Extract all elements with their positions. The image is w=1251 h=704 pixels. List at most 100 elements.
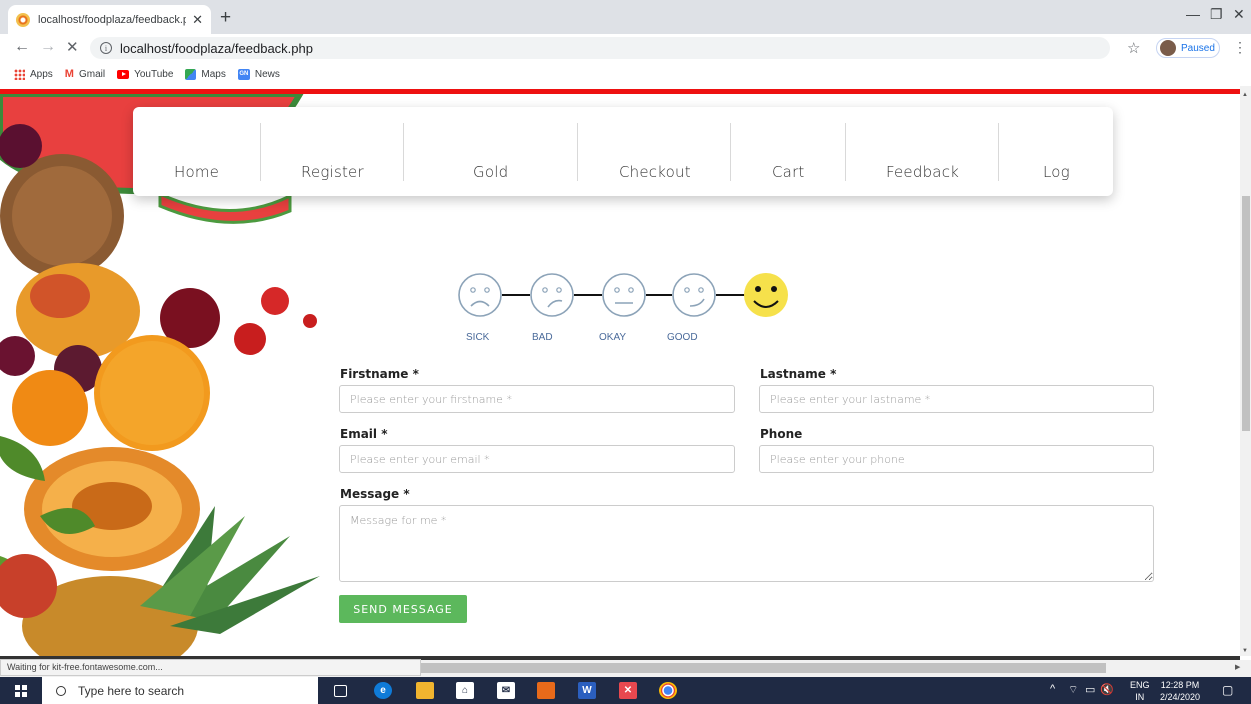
rating-label-bad: BAD bbox=[532, 332, 553, 343]
nav-feedback[interactable]: Feedback bbox=[886, 163, 959, 181]
site-favicon-icon bbox=[16, 12, 30, 27]
nav-checkout[interactable]: Checkout bbox=[619, 163, 691, 181]
firstname-input[interactable] bbox=[339, 385, 735, 413]
volume-muted-icon[interactable]: 🔇 bbox=[1100, 683, 1114, 696]
browser-toolbar: ← → ✕ i localhost/foodplaza/feedback.php… bbox=[0, 34, 1251, 62]
lastname-input[interactable] bbox=[759, 385, 1154, 413]
forward-icon[interactable]: → bbox=[40, 38, 56, 56]
loading-status-bubble: Waiting for kit-free.fontawesome.com... bbox=[0, 659, 421, 676]
xampp-icon[interactable]: ✕ bbox=[619, 682, 637, 699]
scroll-right-icon[interactable]: ▶ bbox=[1235, 663, 1240, 671]
nav-home[interactable]: Home bbox=[174, 163, 219, 181]
notifications-icon[interactable]: ▢ bbox=[1222, 683, 1233, 697]
page-viewport: Home Register Gold Checkout Cart Feedbac… bbox=[0, 86, 1240, 656]
file-explorer-icon[interactable] bbox=[416, 682, 434, 699]
maximize-icon[interactable]: ❐ bbox=[1210, 6, 1223, 23]
bookmark-label: Maps bbox=[201, 68, 226, 80]
bookmark-gmail[interactable]: M Gmail bbox=[65, 68, 105, 80]
nav-gold[interactable]: Gold bbox=[473, 163, 508, 181]
nav-divider bbox=[845, 123, 846, 181]
windows-start-icon[interactable] bbox=[15, 685, 27, 697]
nav-register[interactable]: Register bbox=[301, 163, 364, 181]
profile-button[interactable]: Paused bbox=[1156, 38, 1220, 58]
system-clock[interactable]: 12:28 PM 2/24/2020 bbox=[1160, 679, 1200, 703]
window-close-icon[interactable]: ✕ bbox=[1233, 6, 1245, 23]
address-url: localhost/foodplaza/feedback.php bbox=[120, 40, 313, 56]
tab-close-icon[interactable]: ✕ bbox=[192, 12, 203, 28]
email-label: Email * bbox=[340, 427, 388, 441]
search-icon bbox=[56, 685, 66, 696]
site-info-icon[interactable]: i bbox=[100, 42, 112, 54]
happy-face-icon-selected[interactable] bbox=[744, 273, 788, 317]
bookmark-label: Gmail bbox=[78, 68, 106, 80]
send-message-button[interactable]: SEND MESSAGE bbox=[339, 595, 467, 623]
email-input[interactable] bbox=[339, 445, 735, 473]
profile-status: Paused bbox=[1181, 42, 1215, 54]
sick-face-icon[interactable] bbox=[458, 273, 502, 317]
firstname-label: Firstname * bbox=[340, 367, 419, 381]
phone-label: Phone bbox=[760, 427, 803, 441]
bookmark-youtube[interactable]: YouTube bbox=[117, 69, 173, 80]
bookmark-apps[interactable]: Apps bbox=[14, 68, 53, 80]
language-indicator[interactable]: ENG IN bbox=[1130, 679, 1150, 703]
bookmark-news[interactable]: GN News bbox=[237, 68, 280, 80]
horizontal-scroll-thumb[interactable] bbox=[420, 663, 1106, 673]
nav-divider bbox=[403, 123, 404, 181]
browser-tab[interactable]: localhost/foodplaza/feedback.ph ✕ bbox=[8, 5, 211, 34]
clock-time: 12:28 PM bbox=[1160, 680, 1200, 690]
battery-icon[interactable]: ▭ bbox=[1085, 683, 1095, 696]
word-icon[interactable]: W bbox=[578, 682, 596, 699]
bookmark-label: News bbox=[254, 68, 280, 80]
region-code: IN bbox=[1135, 692, 1145, 702]
gmail-icon: M bbox=[64, 68, 74, 80]
address-bar[interactable]: i localhost/foodplaza/feedback.php bbox=[90, 37, 1110, 59]
scroll-up-icon[interactable]: ▲ bbox=[1242, 92, 1248, 98]
browser-menu-icon[interactable]: ⋮ bbox=[1233, 39, 1247, 56]
news-icon: GN bbox=[237, 68, 250, 80]
feedback-rating bbox=[458, 273, 798, 343]
scroll-down-icon[interactable]: ▼ bbox=[1242, 648, 1248, 654]
nav-divider bbox=[260, 123, 261, 181]
windows-taskbar: Type here to search e ⌂ ✉ W ✕ ^ ⌔ ▭ 🔇 EN… bbox=[0, 677, 1251, 704]
taskbar-search[interactable]: Type here to search bbox=[42, 677, 318, 704]
nav-divider bbox=[730, 123, 731, 181]
bookmark-maps[interactable]: Maps bbox=[185, 68, 226, 80]
header-accent-bar bbox=[0, 89, 1240, 94]
bookmark-star-icon[interactable]: ☆ bbox=[1127, 39, 1140, 57]
minimize-icon[interactable]: — bbox=[1186, 6, 1200, 22]
avatar bbox=[1160, 40, 1176, 56]
stop-loading-icon[interactable]: ✕ bbox=[66, 38, 79, 56]
chrome-icon[interactable] bbox=[659, 682, 677, 699]
main-navigation: Home Register Gold Checkout Cart Feedbac… bbox=[133, 107, 1113, 196]
xampp-panel-icon[interactable] bbox=[537, 682, 555, 699]
message-textarea[interactable] bbox=[339, 505, 1154, 582]
browser-tab-strip: localhost/foodplaza/feedback.ph ✕ + — ❐ … bbox=[0, 0, 1251, 34]
nav-divider bbox=[998, 123, 999, 181]
nav-divider bbox=[577, 123, 578, 181]
task-view-icon[interactable] bbox=[334, 685, 347, 697]
good-face-icon[interactable] bbox=[672, 273, 716, 317]
rating-label-good: GOOD bbox=[667, 332, 698, 343]
language-code: ENG bbox=[1130, 680, 1150, 690]
vertical-scroll-thumb[interactable] bbox=[1242, 196, 1250, 431]
phone-input[interactable] bbox=[759, 445, 1154, 473]
mail-icon[interactable]: ✉ bbox=[497, 682, 515, 699]
nav-log[interactable]: Log bbox=[1043, 163, 1070, 181]
tab-title: localhost/foodplaza/feedback.ph bbox=[38, 13, 187, 26]
okay-face-icon[interactable] bbox=[602, 273, 646, 317]
vertical-scrollbar[interactable]: ▲ ▼ bbox=[1240, 86, 1251, 656]
back-icon[interactable]: ← bbox=[14, 38, 30, 56]
wifi-icon[interactable]: ⌔ bbox=[1068, 683, 1078, 697]
store-icon[interactable]: ⌂ bbox=[456, 682, 474, 699]
apps-grid-icon bbox=[14, 68, 25, 80]
new-tab-icon[interactable]: + bbox=[220, 7, 231, 29]
bookmark-label: Apps bbox=[30, 68, 53, 80]
message-label: Message * bbox=[340, 487, 410, 501]
bookmark-label: YouTube bbox=[134, 68, 174, 80]
nav-cart[interactable]: Cart bbox=[772, 163, 805, 181]
youtube-icon bbox=[117, 69, 130, 79]
bad-face-icon[interactable] bbox=[530, 273, 574, 317]
show-hidden-icons-icon[interactable]: ^ bbox=[1050, 683, 1055, 695]
rating-label-sick: SICK bbox=[466, 332, 490, 343]
edge-browser-icon[interactable]: e bbox=[374, 682, 392, 699]
